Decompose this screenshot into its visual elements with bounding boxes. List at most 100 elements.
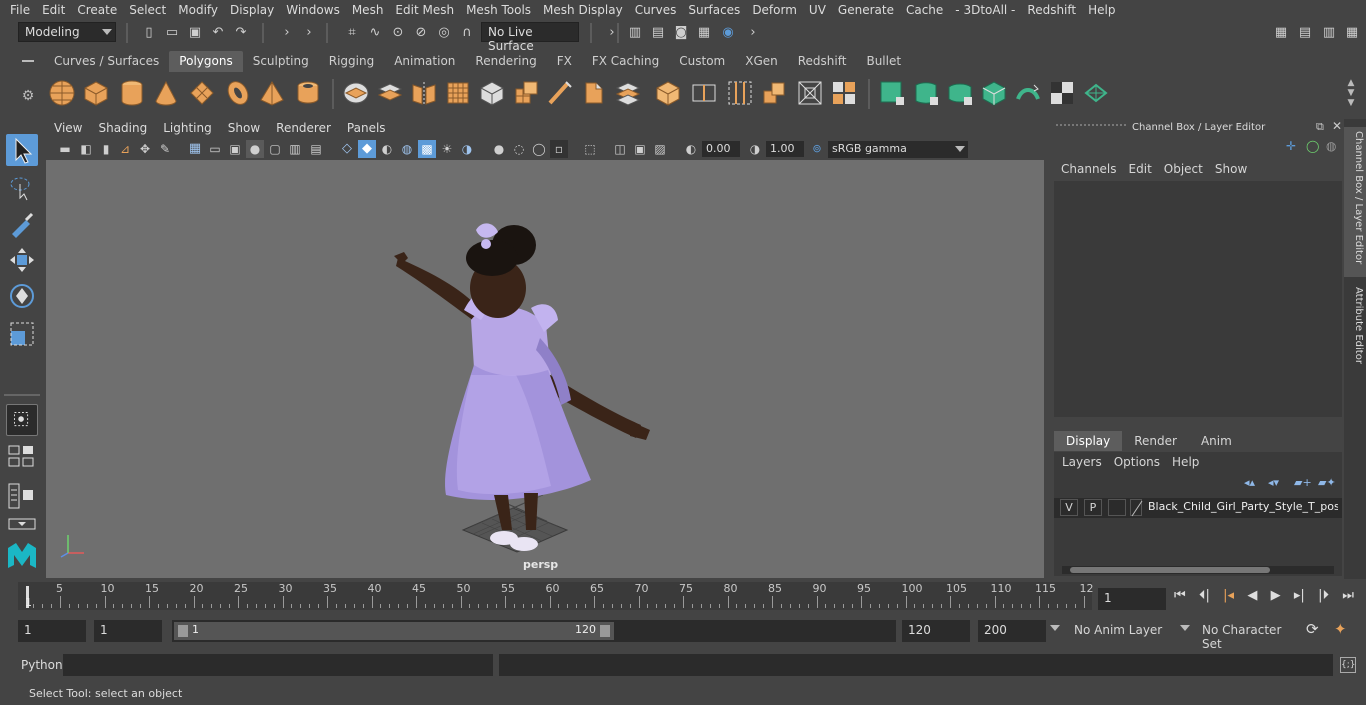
menu-modify[interactable]: Modify <box>172 3 224 17</box>
shadows-icon[interactable]: ☀ <box>438 140 456 158</box>
layer-tab-anim[interactable]: Anim <box>1189 431 1244 451</box>
smooth-icon[interactable] <box>444 79 472 107</box>
depth-of-field-icon[interactable]: ◯ <box>530 140 548 158</box>
tab-animation[interactable]: Animation <box>384 51 465 72</box>
character-set-dropdown[interactable]: No Character Set <box>1196 620 1300 651</box>
isolate-select-icon[interactable]: ▫ <box>550 140 568 158</box>
tab-fx[interactable]: FX <box>547 51 582 72</box>
use-all-lights-icon[interactable]: ▩ <box>418 140 436 158</box>
tab-custom[interactable]: Custom <box>669 51 735 72</box>
wireframe-icon[interactable]: ◇ <box>338 140 356 158</box>
anim-layer-dropdown[interactable]: No Anim Layer <box>1066 620 1174 642</box>
chevron-down-icon[interactable] <box>1180 625 1190 631</box>
uv-editor-icon[interactable] <box>1048 79 1076 107</box>
viewport-canvas[interactable]: persp <box>46 160 1044 578</box>
xray-joints-icon[interactable]: ◫ <box>611 140 629 158</box>
panel-grip[interactable] <box>1056 124 1126 132</box>
mode-dropdown[interactable]: Modeling <box>18 22 116 42</box>
xray-components-icon[interactable]: ▣ <box>631 140 649 158</box>
poly-plane-icon[interactable] <box>188 79 216 107</box>
combine-icon[interactable] <box>342 79 370 107</box>
menu-help[interactable]: Help <box>1166 452 1205 472</box>
go-to-end-icon[interactable]: ⏭ <box>1342 588 1354 608</box>
lasso-tool-icon[interactable] <box>6 172 38 204</box>
layer-tab-display[interactable]: Display <box>1054 431 1123 451</box>
float-panel-icon[interactable]: ⧉ <box>1316 120 1324 134</box>
layer-playback-toggle[interactable]: P <box>1084 499 1102 516</box>
move-layer-up-icon[interactable]: ◂▴ <box>1244 476 1255 489</box>
toggle-ui-icon-2[interactable]: ▥ <box>1320 24 1338 42</box>
poly-pipe-icon[interactable] <box>294 79 322 107</box>
snap-grid-icon[interactable]: ⌗ <box>343 24 361 42</box>
layer-tab-render[interactable]: Render <box>1122 431 1189 451</box>
vp-menu-lighting[interactable]: Lighting <box>155 119 220 138</box>
multisample-aa-icon[interactable]: ◌ <box>510 140 528 158</box>
show-manipulator-icon[interactable] <box>6 404 38 436</box>
poly-cylinder-icon[interactable] <box>118 79 146 107</box>
animation-start-field[interactable]: 1 <box>18 620 86 642</box>
auto-key-icon[interactable]: ⟳ <box>1306 620 1326 640</box>
anim-preferences-icon[interactable]: ✦ <box>1334 620 1356 640</box>
resolution-gate-icon[interactable]: ▣ <box>226 140 244 158</box>
tab-sculpting[interactable]: Sculpting <box>243 51 319 72</box>
menu-3dtoall[interactable]: - 3DtoAll - <box>949 3 1021 17</box>
menu-show[interactable]: Show <box>1209 159 1253 179</box>
bridge-icon[interactable] <box>614 79 642 107</box>
scale-tool-icon[interactable] <box>6 318 38 350</box>
snap-surface-icon[interactable]: ◎ <box>435 24 453 42</box>
range-handle-end[interactable] <box>600 625 610 637</box>
animation-end-field[interactable]: 200 <box>978 620 1046 642</box>
uv-toolkit-icon[interactable] <box>1082 79 1110 107</box>
tab-attribute-editor[interactable]: Attribute Editor <box>1344 285 1366 375</box>
poly-torus-icon[interactable] <box>224 79 252 107</box>
layer-visibility-toggle[interactable]: V <box>1060 499 1078 516</box>
menu-select[interactable]: Select <box>123 3 172 17</box>
menu-mesh-tools[interactable]: Mesh Tools <box>460 3 537 17</box>
collapse-arrow-icon[interactable]: › <box>278 24 296 42</box>
poly-sphere-icon[interactable] <box>48 79 76 107</box>
channel-axis-icon[interactable]: ✛ <box>1286 139 1296 153</box>
exposure-icon[interactable]: ◐ <box>682 140 700 158</box>
automatic-uv-icon[interactable] <box>980 79 1008 107</box>
menu-create[interactable]: Create <box>71 3 123 17</box>
menu-cache[interactable]: Cache <box>900 3 949 17</box>
tab-rigging[interactable]: Rigging <box>319 51 384 72</box>
undo-icon[interactable]: ↶ <box>209 24 227 42</box>
motion-blur-icon[interactable]: ● <box>490 140 508 158</box>
menu-curves[interactable]: Curves <box>629 3 683 17</box>
screen-space-ao-icon[interactable]: ◑ <box>458 140 476 158</box>
poly-cone-icon[interactable] <box>152 79 180 107</box>
vp-menu-show[interactable]: Show <box>220 119 268 138</box>
menu-surfaces[interactable]: Surfaces <box>682 3 746 17</box>
command-input[interactable] <box>63 654 493 676</box>
layout-single-icon[interactable] <box>6 442 38 470</box>
menu-channels[interactable]: Channels <box>1048 159 1123 179</box>
film-gate-icon[interactable]: ▭ <box>206 140 224 158</box>
cylindrical-uv-icon[interactable] <box>912 79 940 107</box>
playback-end-field[interactable]: 120 <box>902 620 970 642</box>
rotate-tool-icon[interactable] <box>6 280 38 312</box>
menu-uv[interactable]: UV <box>803 3 832 17</box>
safe-title-icon[interactable]: ▤ <box>307 140 325 158</box>
close-icon[interactable]: ✕ <box>1332 119 1342 133</box>
2d-pan-zoom-icon[interactable]: ✥ <box>136 140 154 158</box>
channel-toggle-icon-2[interactable]: ◍ <box>1326 139 1336 153</box>
multi-cut-icon[interactable] <box>546 79 574 107</box>
separate-icon[interactable] <box>376 79 404 107</box>
bevel-icon[interactable] <box>580 79 608 107</box>
smooth-shade-icon[interactable]: ◆ <box>358 140 376 158</box>
live-surface-field[interactable]: No Live Surface <box>481 22 579 53</box>
grease-pencil-icon[interactable]: ✎ <box>156 140 174 158</box>
spherical-uv-icon[interactable] <box>946 79 974 107</box>
poly-cube-icon[interactable] <box>82 79 110 107</box>
command-language-label[interactable]: Python <box>21 658 63 672</box>
move-layer-down-icon[interactable]: ◂▾ <box>1268 476 1279 489</box>
colorspace-dropdown[interactable]: sRGB gamma <box>828 141 968 158</box>
move-tool-icon[interactable] <box>6 244 38 276</box>
vp-menu-renderer[interactable]: Renderer <box>268 119 339 138</box>
layer-color-swatch[interactable] <box>1130 499 1143 517</box>
layer-row[interactable]: V P Black_Child_Girl_Party_Style_T_pose_… <box>1054 498 1342 518</box>
chevron-down-icon[interactable] <box>1050 625 1060 631</box>
mirror-icon[interactable] <box>410 79 438 107</box>
collapse-arrow-icon[interactable]: › <box>744 24 762 42</box>
